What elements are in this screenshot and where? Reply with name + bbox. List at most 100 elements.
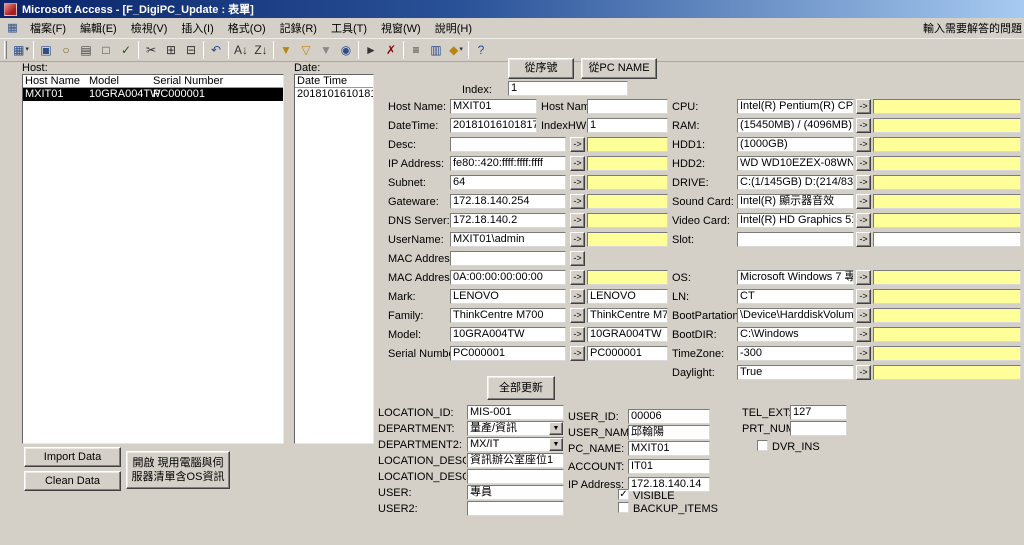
form-window-icon[interactable]: ▦: [5, 21, 20, 36]
ip-address-field[interactable]: fe80::420:ffff:ffff:ffff: [450, 156, 566, 171]
user2-field[interactable]: [467, 501, 564, 516]
video-card-copy-button[interactable]: ->: [856, 213, 871, 228]
prt-num-field[interactable]: [790, 421, 847, 436]
dvr-ins-checkbox[interactable]: [757, 440, 768, 451]
mark-field[interactable]: LENOVO: [450, 289, 566, 304]
cut-icon[interactable]: ✂: [141, 40, 161, 60]
mac-address-2-field[interactable]: [450, 251, 566, 266]
family-result-field[interactable]: ThinkCentre M700: [587, 308, 668, 323]
subnet-result-field[interactable]: [587, 175, 668, 190]
from-pc-name-button[interactable]: 從PC NAME: [581, 58, 657, 79]
timezone-copy-button[interactable]: ->: [856, 346, 871, 361]
dns-server-result-field[interactable]: [587, 213, 668, 228]
mac-address-2-copy-button[interactable]: ->: [570, 251, 585, 266]
gateware-field[interactable]: 172.18.140.254: [450, 194, 566, 209]
sort-ascending-icon[interactable]: A↓: [231, 40, 251, 60]
sound-card-result-field[interactable]: [873, 194, 1021, 209]
sort-descending-icon[interactable]: Z↓: [251, 40, 271, 60]
host-name-2-field[interactable]: [587, 99, 668, 114]
ram-field[interactable]: (15450MB) / (4096MB) (1: [737, 118, 854, 133]
paste-icon[interactable]: ⊟: [181, 40, 201, 60]
cpu-copy-button[interactable]: ->: [856, 99, 871, 114]
backup-items-checkbox[interactable]: [618, 502, 629, 513]
bootpartation-field[interactable]: \Device\HarddiskVolume1: [737, 308, 854, 323]
menu-item-insert[interactable]: 插入(I): [174, 18, 220, 38]
os-copy-button[interactable]: ->: [856, 270, 871, 285]
new-object-icon-dropdown[interactable]: ▾: [459, 40, 463, 60]
drive-result-field[interactable]: [873, 175, 1021, 190]
gateware-copy-button[interactable]: ->: [570, 194, 585, 209]
username-field[interactable]: MXIT01\admin: [450, 232, 566, 247]
daylight-copy-button[interactable]: ->: [856, 365, 871, 380]
model-copy-button[interactable]: ->: [570, 327, 585, 342]
daylight-result-field[interactable]: [873, 365, 1021, 380]
index-hw-field[interactable]: 1: [587, 118, 668, 133]
sound-card-field[interactable]: Intel(R) 顯示器音效: [737, 194, 854, 209]
undo-icon[interactable]: ↶: [206, 40, 226, 60]
dns-server-copy-button[interactable]: ->: [570, 213, 585, 228]
menu-item-help[interactable]: 說明(H): [428, 18, 479, 38]
menu-item-format[interactable]: 格式(O): [221, 18, 273, 38]
mark-copy-button[interactable]: ->: [570, 289, 585, 304]
new-record-icon[interactable]: ►: [361, 40, 381, 60]
host-list-row[interactable]: MXIT01 10GRA004TW PC000001: [23, 88, 283, 101]
slot-copy-button[interactable]: ->: [856, 232, 871, 247]
properties-icon[interactable]: ≡: [406, 40, 426, 60]
hdd1-result-field[interactable]: [873, 137, 1021, 152]
timezone-result-field[interactable]: [873, 346, 1021, 361]
form-view-icon[interactable]: ▦ ▾: [11, 40, 31, 60]
hdd1-copy-button[interactable]: ->: [856, 137, 871, 152]
datetime-field[interactable]: 20181016101817: [450, 118, 537, 133]
user-id-field[interactable]: 00006: [628, 409, 710, 424]
cpu-field[interactable]: Intel(R) Pentium(R) CPU G: [737, 99, 854, 114]
account-field[interactable]: IT01: [628, 459, 710, 474]
menu-item-records[interactable]: 記錄(R): [273, 18, 324, 38]
hdd2-result-field[interactable]: [873, 156, 1021, 171]
index-field[interactable]: 1: [508, 81, 628, 96]
import-data-button[interactable]: Import Data: [24, 447, 121, 467]
bootpartation-result-field[interactable]: [873, 308, 1021, 323]
tel-ext-field[interactable]: 127: [790, 405, 847, 420]
date-list[interactable]: Date Time20181016101817: [294, 74, 374, 444]
filter-by-selection-icon[interactable]: ▼: [276, 40, 296, 60]
toolbar-grip[interactable]: [4, 41, 7, 59]
subnet-field[interactable]: 64: [450, 175, 566, 190]
slot-result-field[interactable]: [873, 232, 1021, 247]
date-list-row[interactable]: 20181016101817: [295, 88, 373, 101]
from-serial-button[interactable]: 從序號: [508, 58, 574, 79]
mac-address-field[interactable]: 0A:00:00:00:00:00: [450, 270, 566, 285]
ln-copy-button[interactable]: ->: [856, 289, 871, 304]
family-field[interactable]: ThinkCentre M700: [450, 308, 566, 323]
help-question-box[interactable]: 輸入需要解答的問題: [923, 20, 1024, 36]
bootdir-field[interactable]: C:\Windows: [737, 327, 854, 342]
mark-result-field[interactable]: LENOVO: [587, 289, 668, 304]
open-os-list-button[interactable]: 開啟 現用電腦與伺服器清單含OS資訊: [126, 451, 230, 489]
apply-filter-icon[interactable]: ▼: [316, 40, 336, 60]
copy-icon[interactable]: ⊞: [161, 40, 181, 60]
drive-copy-button[interactable]: ->: [856, 175, 871, 190]
serial-number-field[interactable]: PC000001: [450, 346, 566, 361]
ln-field[interactable]: CT: [737, 289, 854, 304]
save-icon[interactable]: ▣: [36, 40, 56, 60]
video-card-result-field[interactable]: [873, 213, 1021, 228]
os-field[interactable]: Microsoft Windows 7 專業: [737, 270, 854, 285]
visible-checkbox[interactable]: ✓: [618, 489, 629, 500]
model-field[interactable]: 10GRA004TW: [450, 327, 566, 342]
menu-item-tools[interactable]: 工具(T): [324, 18, 374, 38]
spelling-icon[interactable]: ✓: [116, 40, 136, 60]
menu-item-edit[interactable]: 編輯(E): [73, 18, 124, 38]
menu-item-view[interactable]: 檢視(V): [124, 18, 175, 38]
hdd1-field[interactable]: (1000GB): [737, 137, 854, 152]
desc-field[interactable]: [450, 137, 566, 152]
timezone-field[interactable]: -300: [737, 346, 854, 361]
bootpartation-copy-button[interactable]: ->: [856, 308, 871, 323]
hdd2-field[interactable]: WD WD10EZEX-08WN: [737, 156, 854, 171]
daylight-field[interactable]: True: [737, 365, 854, 380]
file-search-icon[interactable]: ○: [56, 40, 76, 60]
update-all-button[interactable]: 全部更新: [487, 376, 555, 400]
hdd2-copy-button[interactable]: ->: [856, 156, 871, 171]
menu-item-file[interactable]: 檔案(F): [23, 18, 73, 38]
video-card-field[interactable]: Intel(R) HD Graphics 510: [737, 213, 854, 228]
host-list[interactable]: Host Name Model Serial Number MXIT01 10GRA00…: [22, 74, 284, 444]
family-copy-button[interactable]: ->: [570, 308, 585, 323]
